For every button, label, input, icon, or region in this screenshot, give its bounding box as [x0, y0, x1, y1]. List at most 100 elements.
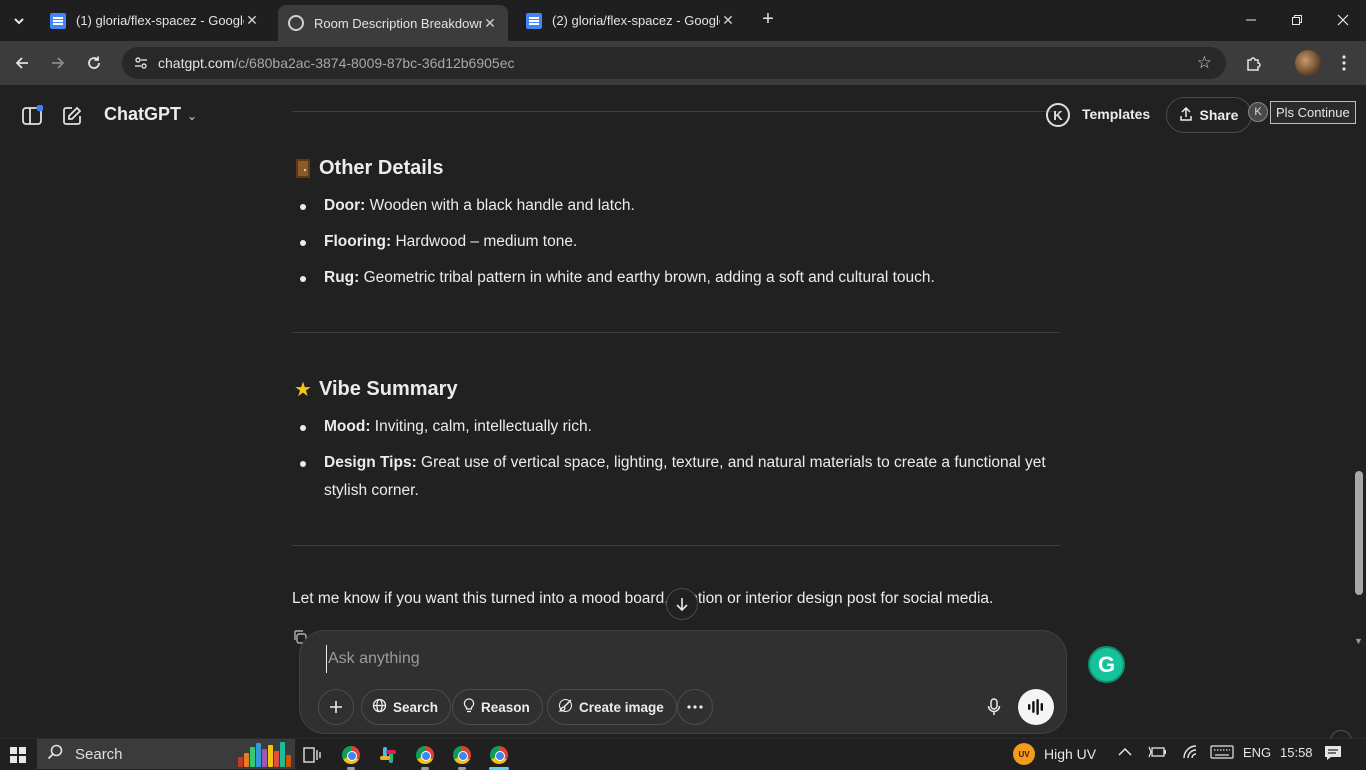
dictate-microphone-icon[interactable]: [976, 689, 1012, 725]
input-language[interactable]: ENG: [1243, 745, 1271, 760]
closing-message: Let me know if you want this turned into…: [292, 590, 994, 607]
heading-text: Other Details: [319, 157, 444, 179]
k-extension-small-icon[interactable]: K: [1248, 102, 1268, 122]
item-label: Rug:: [324, 269, 360, 286]
reload-icon[interactable]: [80, 49, 108, 77]
weather-text[interactable]: High UV: [1044, 746, 1096, 762]
address-bar[interactable]: chatgpt.com/c/680ba2ac-3874-8009-87bc-36…: [122, 47, 1226, 79]
list-item: Door: Wooden with a black handle and lat…: [300, 192, 1060, 220]
battery-icon[interactable]: [1148, 745, 1166, 762]
model-selector[interactable]: ChatGPT ⌄: [104, 104, 197, 125]
item-text: Inviting, calm, intellectually rich.: [370, 418, 592, 435]
windows-start-icon[interactable]: [10, 747, 26, 763]
pls-continue-button[interactable]: Pls Continue: [1270, 101, 1356, 124]
list-item: Flooring: Hardwood – medium tone.: [300, 228, 1060, 256]
k-extension-icon[interactable]: K: [1046, 103, 1070, 127]
tab-title: (1) gloria/flex-spacez - Google Docs: [76, 13, 244, 28]
close-window-icon[interactable]: [1320, 0, 1366, 40]
app-name: ChatGPT: [104, 104, 182, 124]
voice-mode-button[interactable]: [1018, 689, 1054, 725]
restore-window-icon[interactable]: [1274, 0, 1320, 40]
prompt-input[interactable]: [326, 645, 966, 673]
item-label: Flooring:: [324, 233, 392, 250]
header-divider: [292, 111, 1060, 112]
chrome-active-taskbar-icon[interactable]: [486, 742, 512, 770]
wifi-icon[interactable]: [1182, 745, 1200, 762]
close-tab-icon[interactable]: ✕: [482, 15, 498, 32]
item-text: Hardwood – medium tone.: [391, 233, 578, 250]
more-tools-button[interactable]: [677, 689, 713, 725]
profile-avatar[interactable]: [1295, 50, 1321, 76]
slack-taskbar-icon[interactable]: [375, 742, 401, 768]
url-text: chatgpt.com/c/680ba2ac-3874-8009-87bc-36…: [158, 55, 515, 71]
heading-text: Vibe Summary: [319, 378, 458, 400]
back-arrow-icon[interactable]: [8, 49, 36, 77]
browser-tab-chatgpt[interactable]: Room Description Breakdown ✕: [278, 5, 508, 41]
item-text: Geometric tribal pattern in white and ea…: [359, 269, 935, 286]
chrome-profile-3-icon[interactable]: [449, 742, 475, 770]
close-tab-icon[interactable]: ✕: [720, 12, 736, 29]
create-image-button[interactable]: Create image: [547, 689, 677, 725]
door-icon: [292, 158, 314, 180]
browser-menu-icon[interactable]: [1332, 51, 1356, 75]
attach-plus-button[interactable]: [318, 689, 354, 725]
forward-arrow-icon[interactable]: [44, 49, 72, 77]
reason-button[interactable]: Reason: [452, 689, 543, 725]
chrome-taskbar-icon[interactable]: [338, 742, 364, 770]
chat-message-area: Other Details Door: Wooden with a black …: [0, 147, 1366, 644]
bookmark-star-icon[interactable]: ☆: [1197, 53, 1212, 73]
templates-button[interactable]: Templates: [1082, 106, 1150, 122]
clock-time[interactable]: 15:58: [1280, 745, 1313, 760]
tab-title: Room Description Breakdown: [314, 15, 482, 31]
item-label: Mood:: [324, 418, 371, 435]
new-chat-pencil-icon[interactable]: [60, 104, 84, 128]
scrollbar-thumb[interactable]: [1355, 471, 1363, 595]
tab-title: (2) gloria/flex-spacez - Google Docs: [552, 13, 720, 28]
sidebar-toggle-icon[interactable]: [20, 104, 44, 128]
globe-icon: [372, 698, 387, 716]
docs-icon: [50, 12, 66, 29]
page-scrollbar[interactable]: ▼: [1352, 147, 1366, 647]
other-details-heading: Other Details: [292, 157, 443, 180]
item-text: Wooden with a black handle and latch.: [365, 197, 635, 214]
reason-label: Reason: [481, 699, 530, 715]
new-tab-plus-icon[interactable]: +: [758, 9, 778, 30]
books-widget-icon: [238, 741, 294, 767]
browser-toolbar: chatgpt.com/c/680ba2ac-3874-8009-87bc-36…: [0, 41, 1366, 85]
url-host: chatgpt.com: [158, 55, 235, 71]
weather-uv-icon[interactable]: UV: [1013, 743, 1035, 765]
browser-tab-strip: (1) gloria/flex-spacez - Google Docs ✕ R…: [0, 0, 1366, 41]
grammarly-button[interactable]: G: [1088, 646, 1125, 683]
scroll-down-arrow-icon[interactable]: ▼: [1354, 636, 1363, 646]
list-item: Design Tips: Great use of vertical space…: [300, 449, 1060, 505]
chevron-down-icon: ⌄: [187, 109, 198, 123]
docs-icon: [526, 12, 542, 29]
taskbar-search-label: Search: [75, 745, 123, 763]
task-view-icon[interactable]: [299, 742, 325, 768]
chrome-profile-2-icon[interactable]: [412, 742, 438, 770]
tab-search-chevron-icon[interactable]: [6, 8, 32, 34]
search-label: Search: [393, 699, 439, 715]
message-composer: Search Reason Create image: [299, 630, 1067, 734]
keyboard-icon[interactable]: [1210, 745, 1234, 762]
site-settings-icon[interactable]: [130, 52, 152, 74]
scroll-to-bottom-button[interactable]: [666, 588, 698, 620]
share-button[interactable]: Share: [1166, 97, 1252, 133]
section-divider: [292, 545, 1060, 546]
close-tab-icon[interactable]: ✕: [244, 12, 260, 29]
paintbrush-icon: [558, 698, 573, 716]
minimize-window-icon[interactable]: [1228, 0, 1274, 40]
item-label: Design Tips:: [324, 454, 417, 471]
browser-tab-docs-1[interactable]: (1) gloria/flex-spacez - Google Docs ✕: [40, 6, 270, 35]
search-button[interactable]: Search: [361, 689, 452, 725]
search-icon: [47, 744, 63, 764]
list-item: Mood: Inviting, calm, intellectually ric…: [300, 413, 1060, 441]
lightbulb-icon: [463, 698, 475, 716]
notification-icon[interactable]: [1324, 745, 1342, 764]
windows-taskbar: Search UV High UV ENG 15:58: [0, 738, 1366, 770]
upload-icon: [1179, 106, 1192, 124]
share-label: Share: [1199, 107, 1239, 123]
browser-tab-docs-2[interactable]: (2) gloria/flex-spacez - Google Docs ✕: [516, 6, 746, 35]
tray-overflow-chevron-icon[interactable]: [1118, 745, 1132, 760]
extensions-puzzle-icon[interactable]: [1242, 51, 1266, 75]
